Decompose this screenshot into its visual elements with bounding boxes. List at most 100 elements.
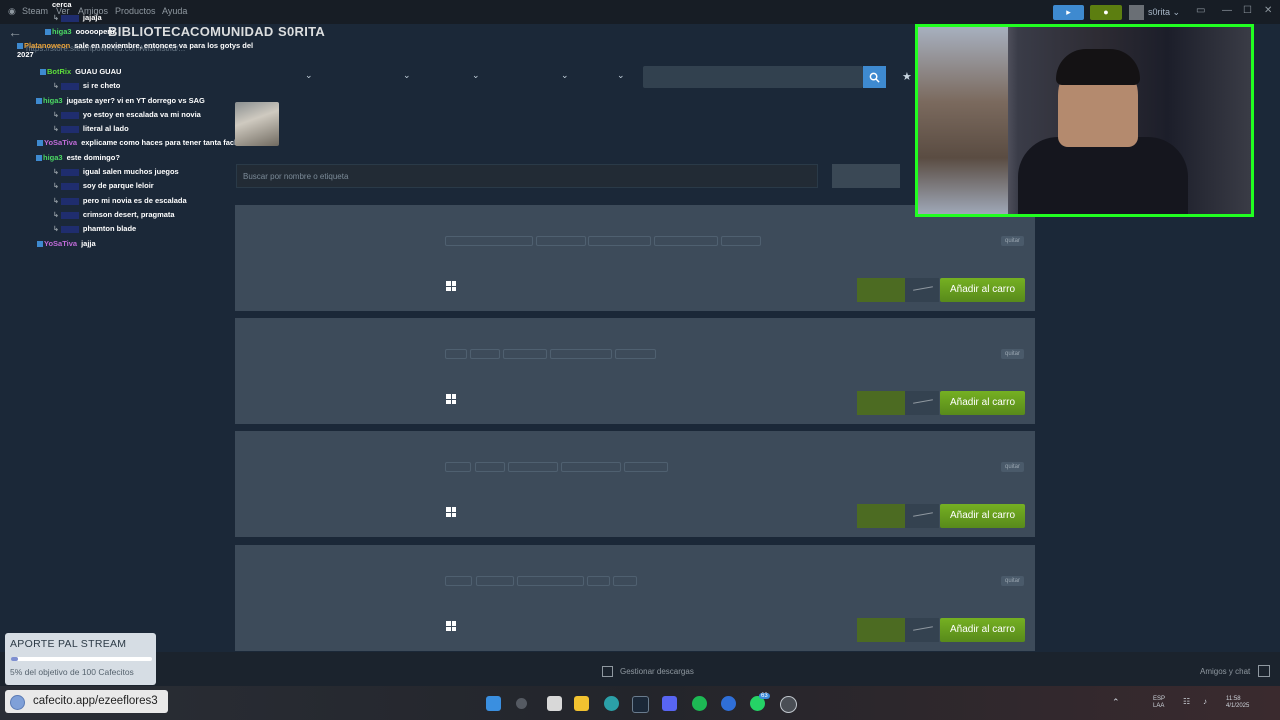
tag-pill[interactable] [445, 576, 472, 586]
reply-icon: ↳ [53, 112, 59, 119]
language-indicator[interactable]: ESP LAA [1153, 696, 1165, 710]
user-menu[interactable]: s0rita ⌄ [1148, 7, 1180, 18]
volume-icon[interactable]: ♪ [1203, 697, 1207, 706]
donation-goal-title: APORTE PAL STREAM [10, 638, 127, 650]
tag-pill[interactable] [517, 576, 584, 586]
task-view-icon[interactable] [547, 696, 562, 711]
tag-pill[interactable] [587, 576, 610, 586]
reply-icon: ↳ [53, 212, 59, 219]
redacted-username [60, 182, 79, 190]
maximize-icon[interactable]: ☐ [1243, 5, 1252, 16]
chat-message: ↳ si re cheto [53, 81, 120, 90]
screen-icon[interactable]: ▭ [1196, 5, 1205, 16]
add-to-cart-button[interactable]: Añadir al carro [940, 504, 1025, 528]
remove-button[interactable]: quitar [1001, 462, 1025, 472]
chat-message: ↳ jajaja [53, 13, 102, 22]
tag-pill[interactable] [508, 462, 558, 472]
add-to-cart-button[interactable]: Añadir al carro [940, 618, 1025, 642]
remove-button[interactable]: quitar [1001, 576, 1025, 586]
system-clock[interactable]: 11:58 4/1/2025 [1226, 696, 1249, 710]
tag-pill[interactable] [721, 236, 761, 246]
tag-pill[interactable] [445, 349, 467, 359]
app-icon[interactable] [721, 696, 736, 711]
tag-pill[interactable] [624, 462, 668, 472]
close-icon[interactable]: ✕ [1264, 5, 1272, 16]
user-avatar[interactable] [1129, 5, 1144, 20]
manage-downloads-link[interactable]: Gestionar descargas [620, 667, 694, 676]
chat-badge-icon [45, 29, 51, 36]
webcam-feed [915, 24, 1254, 217]
obs-icon[interactable] [780, 696, 797, 713]
steam-logo-icon[interactable]: ◉ [8, 6, 16, 17]
reply-icon: ↳ [53, 126, 59, 133]
tag-pill[interactable] [475, 462, 505, 472]
add-to-cart-button[interactable]: Añadir al carro [940, 391, 1025, 415]
redacted-username [60, 197, 79, 205]
chat-message: YoSaTiva jajja [37, 239, 96, 248]
downloads-icon[interactable] [602, 666, 613, 677]
search-icon [869, 72, 880, 83]
tag-search-placeholder: Buscar por nombre o etiqueta [243, 172, 349, 181]
search-taskbar-icon[interactable] [516, 698, 527, 709]
nav-dropdown-chevron-icon[interactable]: ⌄ [561, 70, 569, 81]
chat-text: yo estoy en escalada va mi novia [82, 110, 201, 119]
edge-browser-icon[interactable] [604, 696, 619, 711]
steam-taskbar-icon[interactable] [632, 696, 649, 713]
remove-button[interactable]: quitar [1001, 236, 1025, 246]
tag-pill[interactable] [445, 236, 533, 246]
star-icon[interactable]: ★ [902, 70, 912, 83]
reply-icon: ↳ [53, 183, 59, 190]
tag-pill[interactable] [613, 576, 637, 586]
nav-dropdown-chevron-icon[interactable]: ⌄ [472, 70, 480, 81]
chat-text: jajja [81, 239, 96, 248]
tag-pill[interactable] [503, 349, 547, 359]
windows-platform-icon [446, 394, 456, 404]
tag-pill[interactable] [615, 349, 656, 359]
tag-pill[interactable] [445, 462, 471, 472]
nav-dropdown-chevron-icon[interactable]: ⌄ [617, 70, 625, 81]
spotify-icon[interactable] [692, 696, 707, 711]
tag-pill[interactable] [470, 349, 500, 359]
tray-chevron-icon[interactable]: ⌃ [1112, 697, 1120, 708]
tag-pill[interactable] [654, 236, 718, 246]
notifications-button[interactable]: ● [1090, 5, 1122, 20]
menu-steam[interactable]: Steam [22, 6, 48, 16]
minimize-icon[interactable]: — [1222, 5, 1232, 16]
network-icon[interactable]: ☷ [1183, 697, 1190, 706]
store-search-input[interactable] [643, 66, 863, 88]
discount-badge [857, 278, 905, 302]
discount-badge [857, 618, 905, 642]
windows-start-icon[interactable] [486, 696, 501, 711]
back-arrow-icon[interactable]: ← [8, 24, 22, 40]
donation-progress-fill [11, 657, 19, 661]
friends-chat-icon[interactable] [1258, 665, 1270, 677]
tag-pill[interactable] [561, 462, 621, 472]
tag-pill[interactable] [536, 236, 586, 246]
tab-profile[interactable]: S0RITA [278, 24, 325, 39]
add-to-cart-button[interactable]: Añadir al carro [940, 278, 1025, 302]
menu-productos[interactable]: Productos [115, 6, 156, 16]
tag-pill[interactable] [550, 349, 612, 359]
nav-dropdown-chevron-icon[interactable]: ⌄ [403, 70, 411, 81]
tag-pill[interactable] [476, 576, 514, 586]
nav-dropdown-chevron-icon[interactable]: ⌄ [305, 70, 313, 81]
remove-button[interactable]: quitar [1001, 349, 1025, 359]
tab-comunidad[interactable]: COMUNIDAD [190, 24, 274, 39]
store-search-button[interactable] [863, 66, 886, 88]
friends-chat-link[interactable]: Amigos y chat [1200, 667, 1250, 676]
menu-ayuda[interactable]: Ayuda [162, 6, 187, 16]
announcements-button[interactable]: ▸ [1053, 5, 1084, 20]
discord-icon[interactable] [662, 696, 677, 711]
wishlist-card: quitar Añadir al carro [235, 318, 1035, 424]
tab-biblioteca[interactable]: BIBLIOTECA [108, 24, 190, 39]
wishlist-card: quitar Añadir al carro [235, 545, 1035, 651]
chat-badge-icon [40, 69, 46, 76]
chat-message: ↳ soy de parque leloir [53, 181, 154, 190]
tag-pill[interactable] [588, 236, 651, 246]
chat-username: higa3 [43, 153, 63, 162]
chat-text: este domingo? [66, 153, 120, 162]
reply-icon: ↳ [53, 198, 59, 205]
chat-text: crimson desert, pragmata [82, 210, 175, 219]
file-explorer-icon[interactable] [574, 696, 589, 711]
filter-button[interactable] [832, 164, 900, 188]
